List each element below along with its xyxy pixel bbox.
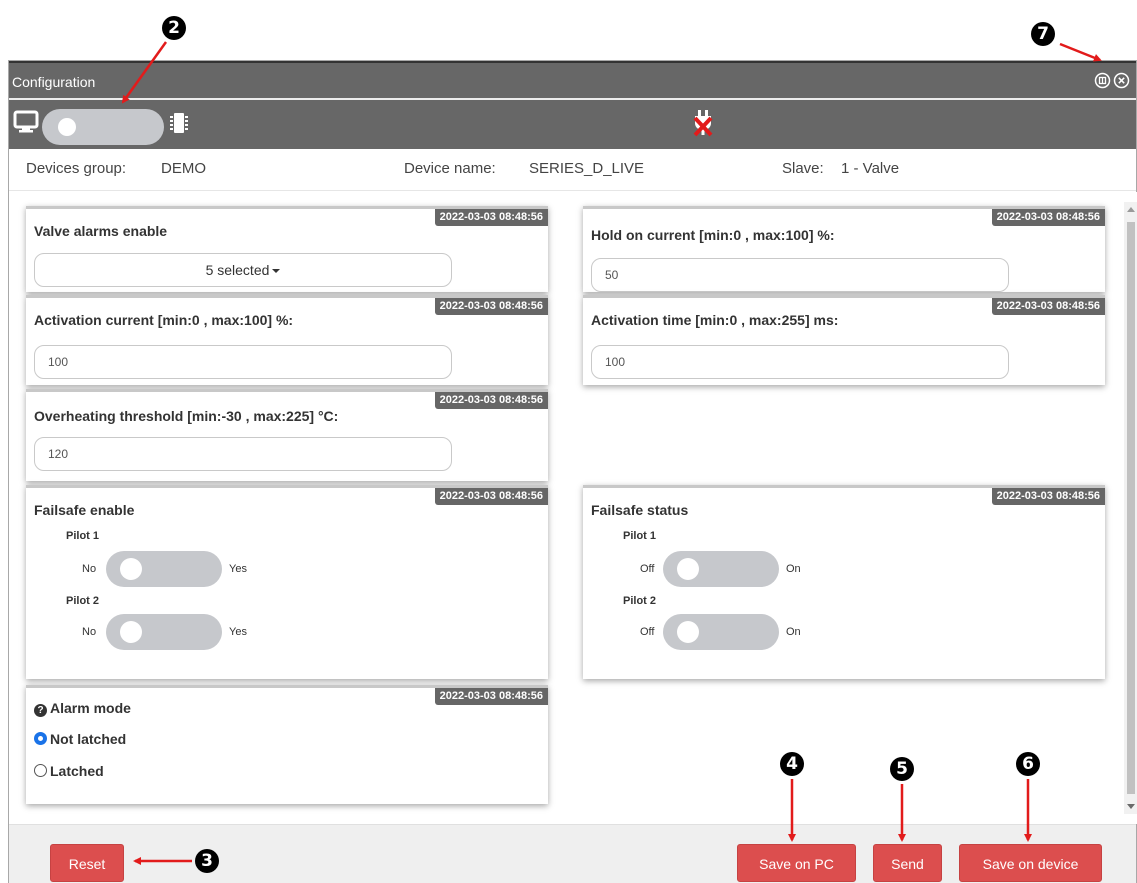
- radio-latched[interactable]: Latched: [34, 763, 104, 779]
- valve-alarms-dropdown[interactable]: 5 selected: [34, 253, 452, 287]
- annotation-6: 6: [1016, 752, 1040, 776]
- timestamp-badge: 2022-03-03 08:48:56: [991, 298, 1105, 315]
- device-info-bar: Devices group: DEMO Device name: SERIES_…: [9, 149, 1136, 191]
- device-name-label: Device name:: [404, 160, 496, 177]
- annotation-7: 7: [1031, 22, 1055, 46]
- pilot-2-off-label: Off: [640, 626, 655, 638]
- pilot-2-label: Pilot 2: [66, 595, 100, 607]
- failsafe-status-card: 2022-03-03 08:48:56 Failsafe status Pilo…: [583, 485, 1105, 679]
- pilot-1-status-row: Off On: [583, 551, 883, 587]
- dropdown-value: 5 selected: [205, 262, 270, 278]
- pilot-2-toggle-row: No Yes: [26, 614, 326, 650]
- devices-group-value: DEMO: [161, 160, 206, 177]
- activation-current-card: 2022-03-03 08:48:56 Activation current […: [26, 295, 548, 385]
- activation-time-label: Activation time [min:0 , max:255] ms:: [591, 312, 839, 328]
- timestamp-badge: 2022-03-03 08:48:56: [991, 209, 1105, 226]
- hold-current-input[interactable]: 50: [591, 258, 1009, 292]
- screenshot: 2 7 Configuration Devices group: DEMO De…: [0, 0, 1137, 883]
- pilot-1-label: Pilot 1: [66, 530, 100, 542]
- timestamp-badge: 2022-03-03 08:48:56: [434, 392, 548, 409]
- alarm-mode-title: ? Alarm mode: [34, 700, 131, 717]
- timestamp-badge: 2022-03-03 08:48:56: [434, 209, 548, 226]
- activation-current-input[interactable]: 100: [34, 345, 452, 379]
- configuration-window: Configuration Devices group: DEMO Device…: [8, 60, 1137, 883]
- help-icon[interactable]: ?: [34, 704, 47, 717]
- hold-current-label: Hold on current [min:0 , max:100] %:: [591, 227, 835, 243]
- overheating-card: 2022-03-03 08:48:56 Overheating threshol…: [26, 389, 548, 481]
- annotation-4: 4: [780, 752, 804, 776]
- parameters-panel: 2022-03-03 08:48:56 Valve alarms enable …: [9, 192, 1137, 824]
- failsafe-enable-card: 2022-03-03 08:48:56 Failsafe enable Pilo…: [26, 485, 548, 679]
- pilot-1-status-toggle: [663, 551, 779, 587]
- alarm-mode-card: 2022-03-03 08:48:56 ? Alarm mode Not latc…: [26, 685, 548, 804]
- toolbar: [9, 98, 1136, 149]
- timestamp-badge: 2022-03-03 08:48:56: [434, 488, 548, 505]
- hold-current-card: 2022-03-03 08:48:56 Hold on current [min…: [583, 206, 1105, 292]
- scroll-thumb[interactable]: [1127, 222, 1135, 794]
- pilot-2-failsafe-toggle[interactable]: [106, 614, 222, 650]
- pilot-1-yes-label: Yes: [229, 563, 247, 575]
- timestamp-badge: 2022-03-03 08:48:56: [434, 298, 548, 315]
- radio-unchecked-icon[interactable]: [34, 764, 47, 777]
- pilot-2-on-label: On: [786, 626, 801, 638]
- overheating-input[interactable]: 120: [34, 437, 452, 471]
- latched-label: Latched: [50, 763, 104, 779]
- alarm-mode-label: Alarm mode: [50, 700, 131, 716]
- pilot-2-yes-label: Yes: [229, 626, 247, 638]
- title-bar: Configuration: [9, 61, 1136, 98]
- radio-not-latched[interactable]: Not latched: [34, 731, 126, 747]
- annotation-3: 3: [195, 849, 219, 873]
- annotation-5: 5: [890, 757, 914, 781]
- annotation-2: 2: [162, 16, 186, 40]
- chip-icon: [170, 113, 188, 133]
- pilot-1-no-label: No: [82, 563, 97, 575]
- send-button[interactable]: Send: [873, 844, 942, 882]
- not-latched-label: Not latched: [50, 731, 127, 747]
- footer-actions: Reset Save on PC Send Save on device: [9, 824, 1136, 883]
- scroll-up-icon[interactable]: [1127, 207, 1135, 212]
- save-on-pc-button[interactable]: Save on PC: [737, 844, 856, 882]
- valve-alarms-label: Valve alarms enable: [34, 223, 168, 239]
- scroll-down-icon[interactable]: [1127, 804, 1135, 809]
- valve-alarms-card: 2022-03-03 08:48:56 Valve alarms enable …: [26, 206, 548, 292]
- pilot-2-status-toggle: [663, 614, 779, 650]
- device-name-value: SERIES_D_LIVE: [529, 160, 645, 177]
- toggle-knob: [677, 558, 699, 580]
- close-icon[interactable]: [1113, 72, 1130, 89]
- arrow-7: [1059, 42, 1102, 62]
- radio-checked-icon[interactable]: [34, 732, 47, 745]
- pc-device-toggle[interactable]: [42, 109, 164, 145]
- toggle-knob: [58, 118, 76, 136]
- pilot-2-status-row: Off On: [583, 614, 883, 650]
- failsafe-status-label: Failsafe status: [591, 502, 689, 518]
- timestamp-badge: 2022-03-03 08:48:56: [991, 488, 1105, 505]
- pilot-1-off-label: Off: [640, 563, 655, 575]
- slave-value: 1 - Valve: [841, 160, 900, 177]
- activation-time-card: 2022-03-03 08:48:56 Activation time [min…: [583, 295, 1105, 385]
- devices-group-label: Devices group:: [26, 160, 127, 177]
- timestamp-badge: 2022-03-03 08:48:56: [434, 688, 548, 705]
- monitor-icon: [13, 110, 39, 133]
- plug-disconnected-icon: [693, 110, 713, 137]
- pilot-1-failsafe-toggle[interactable]: [106, 551, 222, 587]
- reset-button[interactable]: Reset: [50, 844, 124, 882]
- toggle-knob: [120, 621, 142, 643]
- pilot-1-label: Pilot 1: [623, 530, 657, 542]
- pilot-2-label: Pilot 2: [623, 595, 657, 607]
- failsafe-enable-label: Failsafe enable: [34, 502, 135, 518]
- activation-current-label: Activation current [min:0 , max:100] %:: [34, 312, 294, 328]
- caret-down-icon: [272, 269, 281, 274]
- pilot-1-toggle-row: No Yes: [26, 551, 326, 587]
- toggle-knob: [120, 558, 142, 580]
- window-title: Configuration: [12, 74, 96, 90]
- pilot-2-no-label: No: [82, 626, 97, 638]
- pin-icon[interactable]: [1094, 72, 1111, 89]
- activation-time-input[interactable]: 100: [591, 345, 1009, 379]
- vertical-scrollbar[interactable]: [1124, 202, 1137, 814]
- overheating-label: Overheating threshold [min:-30 , max:225…: [34, 408, 339, 424]
- toggle-knob: [677, 621, 699, 643]
- save-on-device-button[interactable]: Save on device: [959, 844, 1102, 882]
- pilot-1-on-label: On: [786, 563, 801, 575]
- slave-label: Slave:: [782, 160, 824, 177]
